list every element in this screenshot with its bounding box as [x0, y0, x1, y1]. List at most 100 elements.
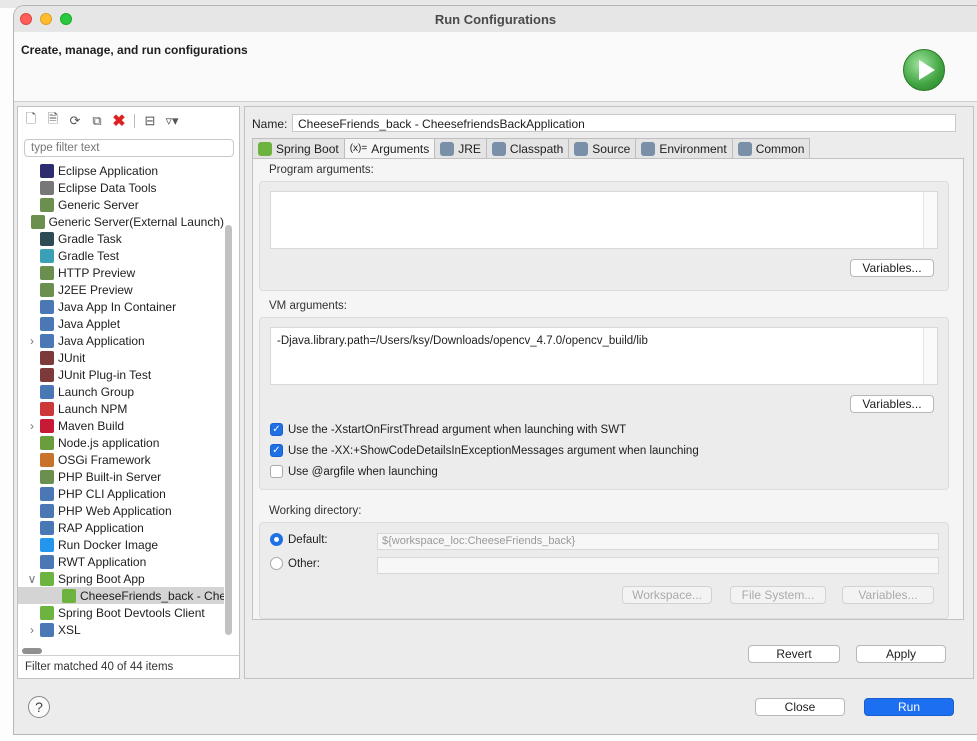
tree-item[interactable]: JUnit — [18, 349, 224, 366]
program-arguments-textarea[interactable] — [270, 191, 938, 249]
tree-item-label: Eclipse Data Tools — [58, 180, 157, 195]
tab-jre[interactable]: JRE — [434, 138, 487, 158]
close-button[interactable]: Close — [755, 698, 845, 716]
tree-item[interactable]: CheeseFriends_back - CheesefriendsBackAp… — [18, 587, 224, 604]
arguments-icon: (x)= — [349, 143, 368, 154]
gradle-icon — [40, 248, 54, 263]
chevron-right-icon[interactable]: › — [24, 623, 40, 637]
tree-item[interactable]: Launch Group — [18, 383, 224, 400]
vm-arguments-value: -Djava.library.path=/Users/ksy/Downloads… — [277, 335, 648, 347]
tree-item-label: Generic Server — [58, 197, 139, 212]
tab-classpath[interactable]: Classpath — [485, 138, 570, 158]
run-button[interactable]: Run — [864, 698, 954, 716]
tree-item[interactable]: JUnit Plug-in Test — [18, 366, 224, 383]
rap-icon — [40, 520, 54, 535]
tree-item[interactable]: Generic Server — [18, 196, 224, 213]
tree-item[interactable]: › Maven Build — [18, 417, 224, 434]
tab-label: Classpath — [509, 141, 564, 156]
server-icon — [30, 214, 45, 229]
tab-label: JRE — [458, 141, 481, 156]
radio-button[interactable] — [270, 533, 283, 546]
configuration-tree: Eclipse Application Eclipse Data Tools Gen… — [18, 161, 224, 641]
tree-item[interactable]: PHP CLI Application — [18, 485, 224, 502]
tree-item[interactable]: Eclipse Data Tools — [18, 179, 224, 196]
show-code-details-checkbox[interactable]: ✓ Use the -XX:+ShowCodeDetailsInExceptio… — [270, 444, 699, 457]
default-directory-radio[interactable]: Default: — [270, 533, 328, 546]
tree-horizontal-scrollbar[interactable] — [22, 648, 42, 654]
vm-arguments-textarea[interactable]: -Djava.library.path=/Users/ksy/Downloads… — [270, 327, 938, 385]
tree-item[interactable]: Node.js application — [18, 434, 224, 451]
argfile-checkbox[interactable]: Use @argfile when launching — [270, 465, 438, 478]
new-configuration-icon[interactable]: 🗋 — [22, 111, 40, 130]
tree-item[interactable]: OSGi Framework — [18, 451, 224, 468]
php-icon — [40, 486, 54, 501]
checkbox-box[interactable]: ✓ — [270, 444, 283, 457]
checkbox-box[interactable]: ✓ — [270, 423, 283, 436]
tab-spring-boot[interactable]: Spring Boot — [252, 138, 345, 158]
tree-item[interactable]: PHP Built-in Server — [18, 468, 224, 485]
tab-label: Arguments — [371, 141, 430, 156]
duplicate-icon[interactable]: ⧉ — [88, 112, 106, 130]
apply-button[interactable]: Apply — [856, 645, 946, 663]
tree-item[interactable]: Generic Server(External Launch) — [18, 213, 224, 230]
tree-item[interactable]: RWT Application — [18, 553, 224, 570]
tree-item[interactable]: PHP Web Application — [18, 502, 224, 519]
spring-boot-icon — [258, 141, 272, 156]
chevron-down-icon[interactable]: ∨ — [24, 572, 40, 586]
tree-item[interactable]: HTTP Preview — [18, 264, 224, 281]
radio-button[interactable] — [270, 557, 283, 570]
tree-vertical-scrollbar[interactable] — [225, 225, 232, 635]
vm-variables-button[interactable]: Variables... — [850, 395, 934, 413]
chevron-right-icon[interactable]: › — [24, 419, 40, 433]
jre-icon — [440, 141, 455, 156]
program-variables-button[interactable]: Variables... — [850, 259, 934, 277]
tree-item[interactable]: Launch NPM — [18, 400, 224, 417]
filter-icon[interactable]: ▿▾ — [163, 112, 181, 130]
tree-item[interactable]: Run Docker Image — [18, 536, 224, 553]
header-text: Create, manage, and run configurations — [21, 43, 248, 57]
npm-icon — [40, 401, 54, 416]
tree-item[interactable]: RAP Application — [18, 519, 224, 536]
tree-item[interactable]: ∨ Spring Boot App — [18, 570, 224, 587]
other-directory-radio[interactable]: Other: — [270, 557, 320, 570]
tab-label: Common — [755, 141, 805, 156]
new-prototype-icon[interactable]: 🗎 — [44, 111, 62, 130]
tree-item[interactable]: › XSL — [18, 621, 224, 638]
workspace-button[interactable]: Workspace... — [622, 586, 712, 604]
chevron-right-icon[interactable]: › — [24, 334, 40, 348]
directory-variables-button[interactable]: Variables... — [842, 586, 934, 604]
tree-item[interactable]: Gradle Task — [18, 230, 224, 247]
help-icon[interactable]: ? — [28, 696, 50, 718]
collapse-all-icon[interactable]: ⊟ — [141, 112, 159, 130]
tree-item[interactable]: Java App In Container — [18, 298, 224, 315]
tree-item-label: Launch Group — [58, 384, 135, 399]
tree-item[interactable]: Java Applet — [18, 315, 224, 332]
tab-common[interactable]: Common — [731, 138, 811, 158]
file-system-button[interactable]: File System... — [730, 586, 826, 604]
tab-environment[interactable]: Environment — [635, 138, 733, 158]
tree-item[interactable]: Eclipse Application — [18, 162, 224, 179]
tree-item[interactable]: J2EE Preview — [18, 281, 224, 298]
tree-item[interactable]: › Java Application — [18, 332, 224, 349]
junit-icon — [40, 367, 54, 382]
tree-item-label: Eclipse Application — [58, 163, 159, 178]
export-icon[interactable]: ⟳ — [66, 112, 84, 130]
other-directory-field[interactable] — [377, 557, 939, 574]
checkbox-box[interactable] — [270, 465, 283, 478]
revert-button[interactable]: Revert — [748, 645, 840, 663]
toolbar-divider — [134, 114, 135, 128]
tree-item[interactable]: Spring Boot Devtools Client — [18, 604, 224, 621]
tab-arguments[interactable]: (x)= Arguments — [343, 138, 436, 158]
tree-item[interactable]: Gradle Test — [18, 247, 224, 264]
delete-icon[interactable]: ✖ — [110, 112, 128, 130]
xstart-on-first-thread-checkbox[interactable]: ✓ Use the -XstartOnFirstThread argument … — [270, 423, 626, 436]
vm-arguments-scrollbar[interactable] — [923, 328, 937, 384]
run-icon — [903, 49, 945, 91]
name-field[interactable]: CheeseFriends_back - CheesefriendsBackAp… — [292, 114, 956, 132]
divider — [18, 655, 239, 656]
program-arguments-scrollbar[interactable] — [923, 192, 937, 248]
filter-input[interactable] — [24, 139, 234, 157]
working-directory-label: Working directory: — [269, 505, 362, 517]
tree-item-label: Spring Boot Devtools Client — [58, 605, 205, 620]
tab-source[interactable]: Source — [568, 138, 637, 158]
